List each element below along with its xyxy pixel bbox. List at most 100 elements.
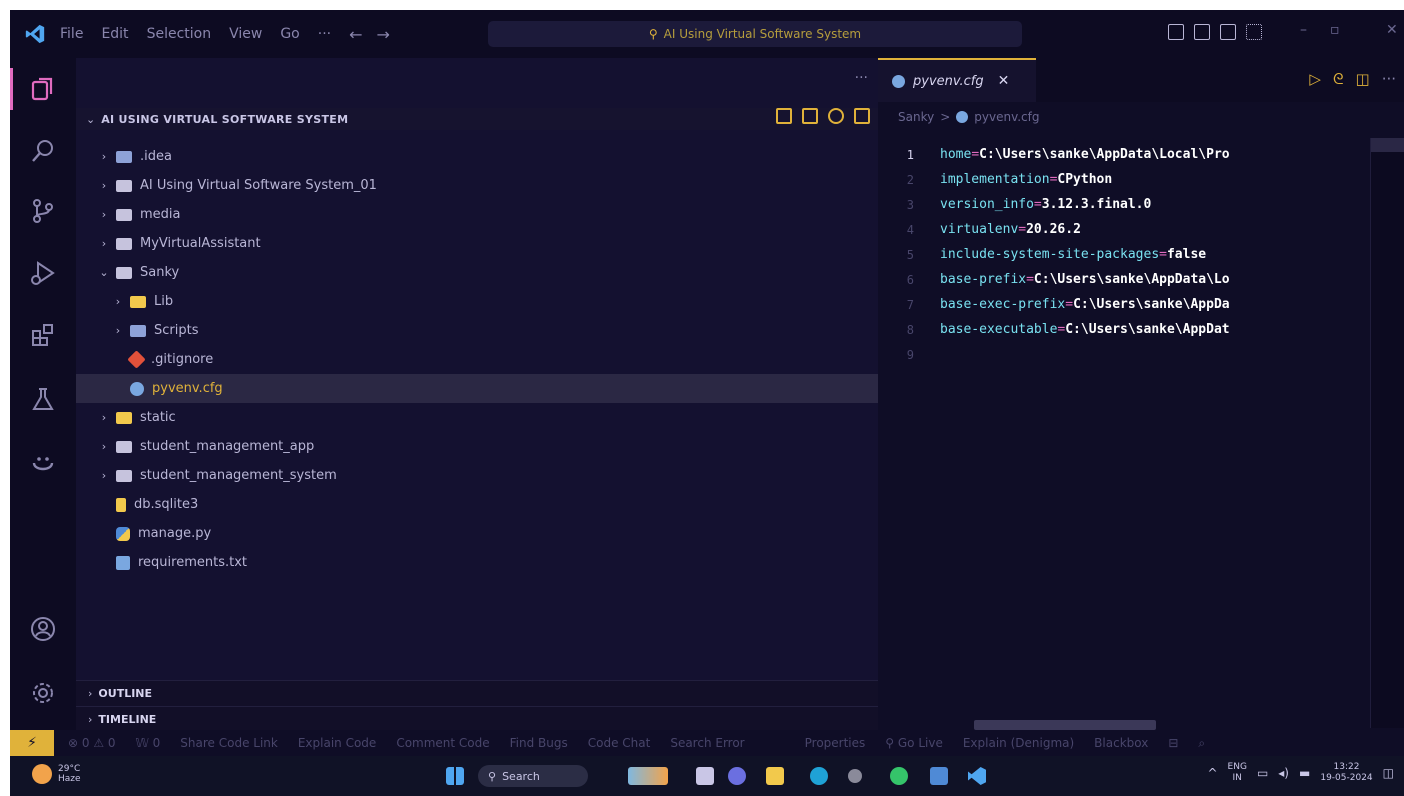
new-file-icon[interactable] [776,108,792,124]
tree-item[interactable]: › media [76,200,878,229]
refresh-icon[interactable] [828,108,844,124]
language-indicator[interactable]: ENG IN [1228,762,1247,784]
chat-icon[interactable] [728,767,746,785]
windows-start-icon[interactable] [446,767,464,785]
split-editor-icon[interactable]: ◫ [1356,70,1370,88]
minimize-icon[interactable]: – [1300,22,1307,38]
tree-item[interactable]: pyvenv.cfg [76,374,878,403]
copilot-chat-icon[interactable]: ᘓ [1333,70,1344,88]
whatsapp-icon[interactable] [890,767,908,785]
weather-widget[interactable]: 29°C Haze [32,764,81,784]
folder-icon [116,469,132,482]
tab-label: pyvenv.cfg [913,73,984,89]
tree-item[interactable]: › student_management_app [76,432,878,461]
search-error[interactable]: Search Error [670,736,744,750]
forward-arrow-icon[interactable]: → [377,25,390,44]
clock[interactable]: 13:22 19-05-2024 [1320,762,1372,784]
taskbar-search[interactable]: ⚲ Search [478,765,588,787]
collapse-all-icon[interactable] [854,108,870,124]
properties-status[interactable]: Properties [805,736,866,750]
explain-code[interactable]: Explain Code [298,736,376,750]
tree-item[interactable]: ⌄ Sanky [76,258,878,287]
status-bar: ⚡ ⊗ 0 ⚠ 0 𝕎 0 Share Code Link Explain Co… [10,730,1404,756]
new-folder-icon[interactable] [802,108,818,124]
remote-indicator-icon[interactable]: ⚡ [10,730,54,756]
more-actions-icon[interactable]: ··· [1382,70,1396,88]
layout-status-icon[interactable]: ⊟ [1168,736,1178,750]
timeline-section[interactable]: › TIMELINE [76,706,878,732]
minimap[interactable] [1370,138,1404,728]
search-icon[interactable] [28,136,58,166]
notification-bell-icon[interactable]: ◫ [1383,766,1394,780]
copilot-icon[interactable] [28,448,58,478]
account-icon[interactable] [28,614,58,644]
toggle-sidebar-icon[interactable] [1168,24,1184,40]
menu-view[interactable]: View [229,26,262,42]
more-actions-icon[interactable]: ··· [855,70,868,86]
breadcrumb-folder[interactable]: Sanky [898,110,934,124]
testing-icon[interactable] [28,384,58,414]
tab-pyvenv-cfg[interactable]: pyvenv.cfg ✕ [878,58,1036,102]
ports-status[interactable]: 𝕎 0 [136,736,161,750]
battery-icon[interactable]: ▬ [1299,766,1310,780]
settings-icon[interactable] [28,678,58,708]
windows-taskbar: 29°C Haze ⚲ Search ^ ENG IN ▭ ◂) ▬ 13:22… [10,756,1404,796]
code-chat[interactable]: Code Chat [588,736,651,750]
widgets-icon[interactable] [628,767,668,785]
task-view-icon[interactable] [696,767,714,785]
maximize-icon[interactable]: ▫ [1330,22,1340,38]
toggle-panel-icon[interactable] [1194,24,1210,40]
menu-file[interactable]: File [60,26,83,42]
tree-item[interactable]: › MyVirtualAssistant [76,229,878,258]
source-control-icon[interactable] [28,196,58,226]
extensions-icon[interactable] [28,320,58,350]
customize-layout-icon[interactable] [1246,24,1262,40]
menu-edit[interactable]: Edit [101,26,128,42]
tree-item[interactable]: › student_management_system [76,461,878,490]
chevron-up-icon[interactable]: ^ [1207,766,1217,780]
horizontal-scrollbar[interactable] [974,720,1156,730]
share-code-link[interactable]: Share Code Link [180,736,278,750]
menu-selection[interactable]: Selection [147,26,212,42]
toggle-secondary-sidebar-icon[interactable] [1220,24,1236,40]
problems-status[interactable]: ⊗ 0 ⚠ 0 [68,736,116,750]
tree-item[interactable]: › AI Using Virtual Software System_01 [76,171,878,200]
project-header[interactable]: ⌄ AI USING VIRTUAL SOFTWARE SYSTEM [76,108,878,130]
vscode-logo-icon[interactable] [24,23,46,45]
outline-section[interactable]: › OUTLINE [76,680,878,706]
vscode-taskbar-icon[interactable] [968,767,986,785]
volume-icon[interactable]: ◂) [1278,766,1289,780]
find-bugs[interactable]: Find Bugs [510,736,568,750]
file-explorer-icon[interactable] [766,767,784,785]
tree-item[interactable]: manage.py [76,519,878,548]
back-arrow-icon[interactable]: ← [349,25,362,44]
tree-item[interactable]: › .idea [76,142,878,171]
store-icon[interactable] [930,767,948,785]
explain-denigma-status[interactable]: Explain (Denigma) [963,736,1074,750]
command-center-search[interactable]: ⚲ AI Using Virtual Software System [488,21,1022,47]
tree-item[interactable]: › Scripts [76,316,878,345]
tree-item[interactable]: requirements.txt [76,548,878,577]
tree-item[interactable]: › Lib [76,287,878,316]
chrome-icon[interactable] [848,769,862,783]
go-live-status[interactable]: ⚲ Go Live [885,736,943,750]
tree-item[interactable]: db.sqlite3 [76,490,878,519]
edge-icon[interactable] [810,767,828,785]
network-icon[interactable]: ▭ [1257,766,1268,780]
run-debug-icon[interactable] [28,258,58,288]
comment-code[interactable]: Comment Code [396,736,489,750]
tree-item[interactable]: › static [76,403,878,432]
tree-item-label: requirements.txt [138,555,248,570]
notifications-icon[interactable]: ⌕ [1198,736,1205,751]
explorer-icon[interactable] [28,74,58,104]
menu-go[interactable]: Go [280,26,299,42]
close-tab-icon[interactable]: ✕ [998,73,1010,89]
run-icon[interactable]: ▷ [1309,70,1321,88]
tree-item[interactable]: .gitignore [76,345,878,374]
minimap-viewport[interactable] [1371,138,1404,152]
tree-item-label: media [140,207,181,222]
menu-more[interactable]: ··· [318,26,331,42]
breadcrumb-file[interactable]: pyvenv.cfg [974,110,1039,124]
close-window-icon[interactable]: ✕ [1386,22,1398,38]
blackbox-status[interactable]: Blackbox [1094,736,1148,750]
